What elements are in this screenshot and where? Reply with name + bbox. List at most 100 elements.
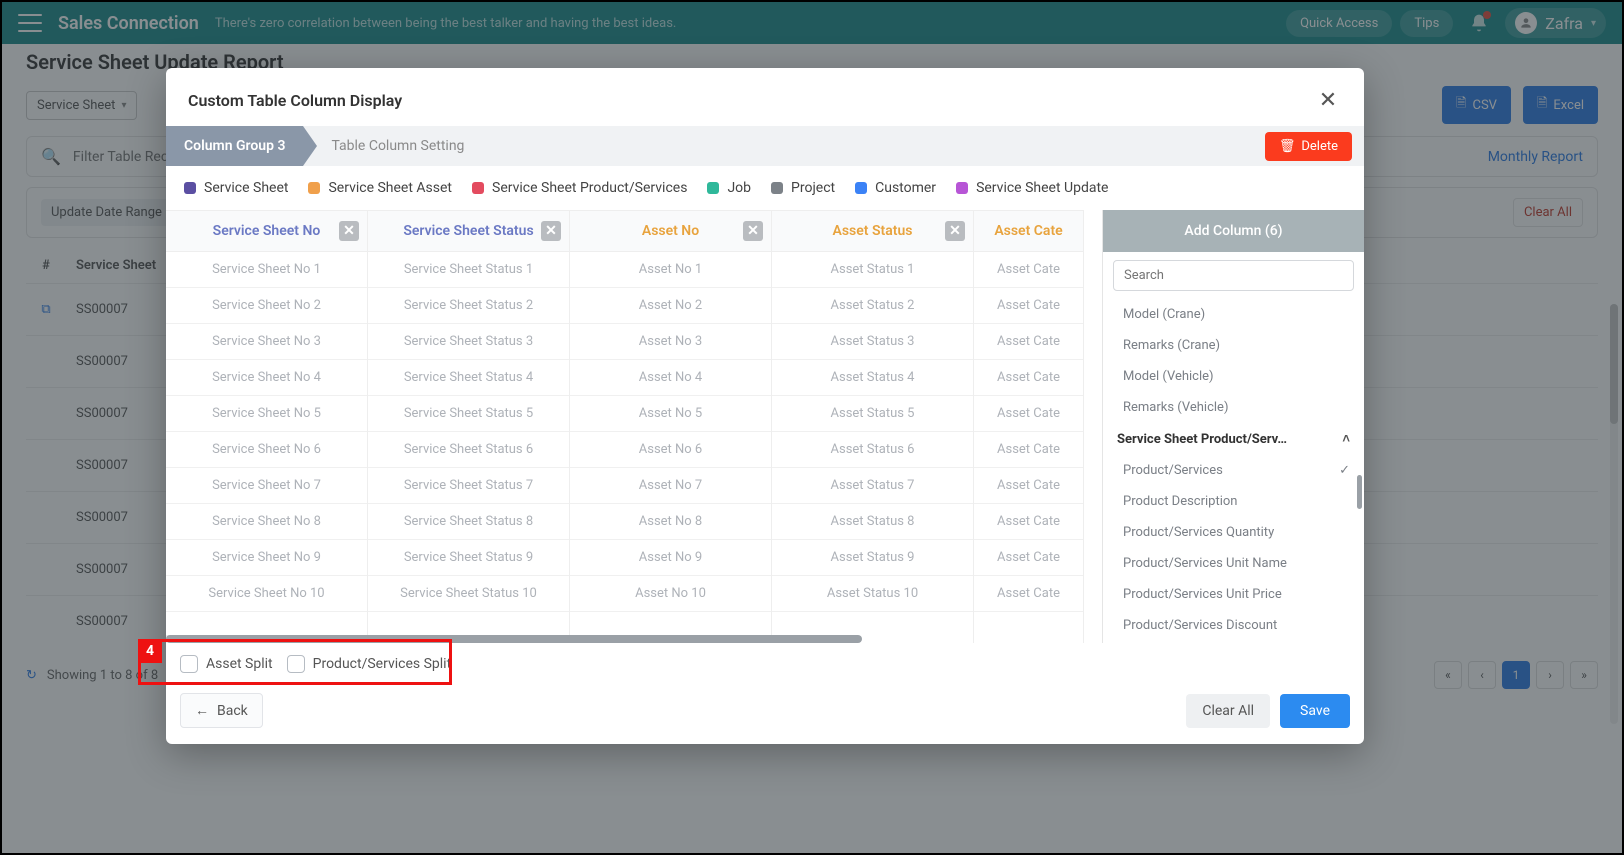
back-button[interactable]: ← Back <box>180 693 263 728</box>
preview-cell: Asset No 10 <box>570 576 771 612</box>
preview-cell: Asset Status 2 <box>772 288 973 324</box>
preview-cell: Service Sheet No 5 <box>166 396 367 432</box>
preview-cell: Asset Cate <box>974 396 1083 432</box>
preview-column: Asset CateAsset CateAsset CateAsset Cate… <box>974 210 1084 643</box>
delete-button[interactable]: 🗑 Delete <box>1265 132 1352 161</box>
preview-cell: Asset No 6 <box>570 432 771 468</box>
legend-label: Customer <box>875 180 936 196</box>
annotation-badge: 4 <box>138 639 162 663</box>
legend-dot <box>855 182 867 194</box>
preview-cell: Service Sheet No 1 <box>166 252 367 288</box>
preview-cell: Service Sheet No 10 <box>166 576 367 612</box>
legend-item: Project <box>771 180 835 196</box>
legend-dot <box>707 182 719 194</box>
available-column-item[interactable]: Product/Services Unit Price <box>1103 579 1364 610</box>
preview-cell: Asset No 7 <box>570 468 771 504</box>
available-column-item[interactable]: Product/Services✓ <box>1103 455 1364 486</box>
add-column-header: Add Column (6) <box>1103 210 1364 252</box>
preview-cell: Asset Status 4 <box>772 360 973 396</box>
preview-cell: Asset No 4 <box>570 360 771 396</box>
add-column-panel: Add Column (6) Model (Crane)Remarks (Cra… <box>1102 210 1364 643</box>
preview-cell: Asset Status 9 <box>772 540 973 576</box>
available-column-item[interactable]: Product Description <box>1103 486 1364 517</box>
remove-column-icon[interactable]: ✕ <box>541 221 561 241</box>
preview-cell: Service Sheet No 4 <box>166 360 367 396</box>
legend-label: Service Sheet Update <box>976 180 1108 196</box>
legend-item: Customer <box>855 180 936 196</box>
preview-cell: Service Sheet No 6 <box>166 432 367 468</box>
legend-dot <box>771 182 783 194</box>
arrow-left-icon: ← <box>195 702 209 719</box>
horizontal-scrollbar[interactable] <box>166 635 840 643</box>
legend-label: Service Sheet Product/Services <box>492 180 687 196</box>
preview-cell: Service Sheet No 3 <box>166 324 367 360</box>
preview-cell: Service Sheet No 8 <box>166 504 367 540</box>
legend-item: Job <box>707 180 751 196</box>
breadcrumb-active[interactable]: Column Group 3 <box>166 126 303 166</box>
legend-dot <box>472 182 484 194</box>
column-header[interactable]: Asset Status✕ <box>772 210 973 252</box>
column-search-input[interactable] <box>1113 260 1354 291</box>
legend-label: Service Sheet <box>204 180 288 196</box>
available-column-item[interactable]: Model (Crane) <box>1103 299 1364 330</box>
check-icon: ✓ <box>1339 463 1350 478</box>
available-column-item[interactable]: Remarks (Vehicle) <box>1103 392 1364 423</box>
preview-cell: Service Sheet Status 1 <box>368 252 569 288</box>
preview-cell: Asset Cate <box>974 252 1083 288</box>
available-column-item[interactable]: Model (Vehicle) <box>1103 361 1364 392</box>
product-services-split-checkbox[interactable]: Product/Services Split <box>287 655 452 673</box>
asset-split-checkbox[interactable]: Asset Split <box>180 655 273 673</box>
preview-cell: Asset Status 10 <box>772 576 973 612</box>
preview-cell: Asset Status 8 <box>772 504 973 540</box>
modal-title: Custom Table Column Display <box>188 91 402 110</box>
legend-item: Service Sheet Update <box>956 180 1108 196</box>
remove-column-icon[interactable]: ✕ <box>743 221 763 241</box>
legend: Service Sheet Service Sheet Asset Service … <box>166 166 1364 210</box>
trash-icon: 🗑 <box>1279 139 1296 154</box>
column-display-modal: Custom Table Column Display ✕ Column Gro… <box>166 68 1364 744</box>
preview-cell: Service Sheet No 9 <box>166 540 367 576</box>
legend-label: Service Sheet Asset <box>328 180 452 196</box>
available-column-item[interactable]: Product/Services Discount <box>1103 610 1364 641</box>
preview-cell: Asset Cate <box>974 288 1083 324</box>
remove-column-icon[interactable]: ✕ <box>945 221 965 241</box>
breadcrumb-next[interactable]: Table Column Setting <box>331 138 464 154</box>
checkbox-icon <box>287 655 305 673</box>
column-group-header[interactable]: Service Sheet Product/Serv…˄ <box>1103 423 1364 455</box>
preview-column: Service Sheet No✕Service Sheet No 1Servi… <box>166 210 368 643</box>
preview-cell: Asset Cate <box>974 504 1083 540</box>
column-header[interactable]: Asset No✕ <box>570 210 771 252</box>
side-scrollbar[interactable] <box>1357 475 1362 509</box>
preview-cell: Service Sheet Status 7 <box>368 468 569 504</box>
close-icon[interactable]: ✕ <box>1314 86 1342 114</box>
save-button[interactable]: Save <box>1280 694 1350 728</box>
preview-cell: Asset Status 1 <box>772 252 973 288</box>
column-header[interactable]: Service Sheet No✕ <box>166 210 367 252</box>
available-column-item[interactable]: Product/Services Quantity <box>1103 517 1364 548</box>
legend-item: Service Sheet Product/Services <box>472 180 687 196</box>
legend-label: Project <box>791 180 835 196</box>
column-header[interactable]: Asset Cate <box>974 210 1083 252</box>
available-column-item[interactable]: Product/Services Unit Name <box>1103 548 1364 579</box>
legend-item: Service Sheet Asset <box>308 180 452 196</box>
preview-cell: Asset Status 7 <box>772 468 973 504</box>
preview-column: Service Sheet Status✕Service Sheet Statu… <box>368 210 570 643</box>
preview-column: Asset Status✕Asset Status 1Asset Status … <box>772 210 974 643</box>
preview-cell: Asset Cate <box>974 432 1083 468</box>
preview-cell: Service Sheet Status 2 <box>368 288 569 324</box>
column-header[interactable]: Service Sheet Status✕ <box>368 210 569 252</box>
preview-cell: Service Sheet Status 10 <box>368 576 569 612</box>
remove-column-icon[interactable]: ✕ <box>339 221 359 241</box>
preview-cell: Service Sheet No 2 <box>166 288 367 324</box>
preview-cell: Asset Cate <box>974 360 1083 396</box>
preview-cell: Asset Cate <box>974 468 1083 504</box>
preview-cell: Asset No 8 <box>570 504 771 540</box>
preview-cell: Service Sheet Status 6 <box>368 432 569 468</box>
preview-cell: Service Sheet Status 9 <box>368 540 569 576</box>
legend-label: Job <box>727 180 751 196</box>
preview-cell: Asset Status 5 <box>772 396 973 432</box>
clear-all-button[interactable]: Clear All <box>1186 694 1270 728</box>
available-column-item[interactable]: Remarks (Crane) <box>1103 330 1364 361</box>
checkbox-icon <box>180 655 198 673</box>
preview-cell: Service Sheet No 7 <box>166 468 367 504</box>
